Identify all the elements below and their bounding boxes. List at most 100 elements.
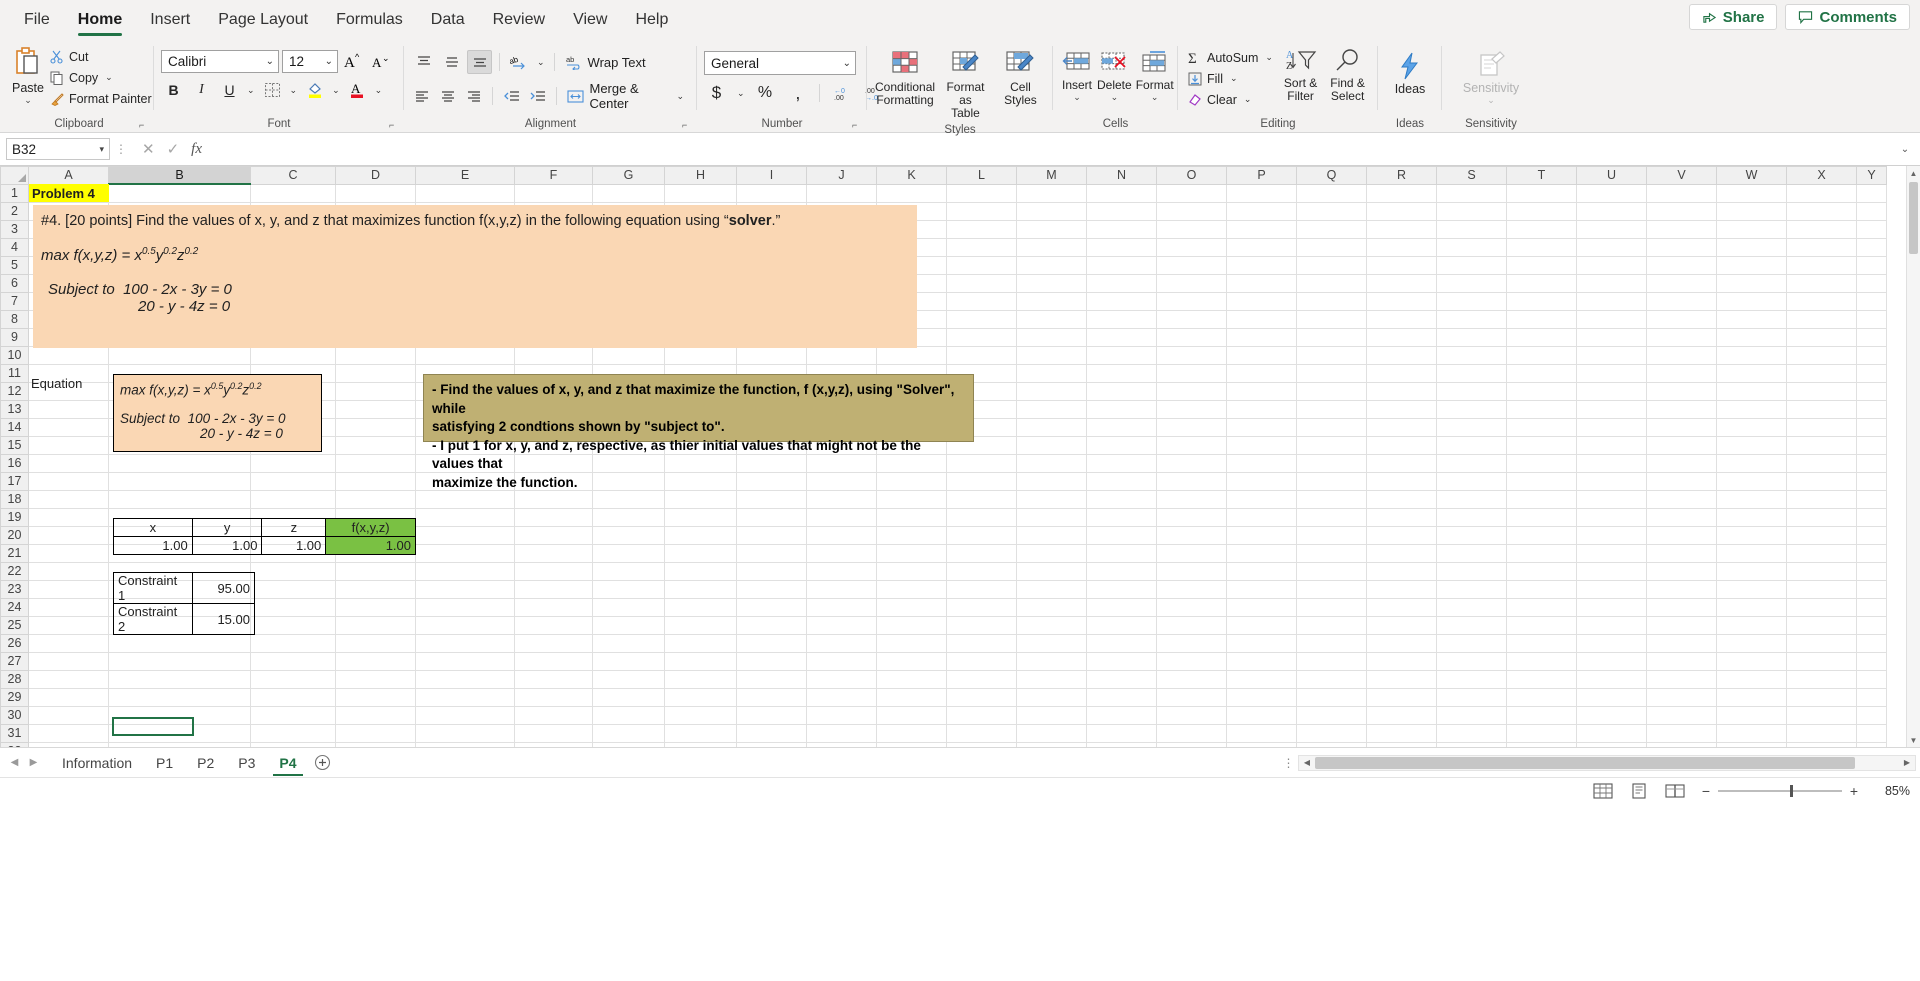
grid-cell[interactable] [1297, 292, 1367, 310]
grid-cell[interactable] [1087, 652, 1157, 670]
grid-cell[interactable] [515, 724, 593, 742]
format-as-table-button[interactable]: Format as Table [938, 48, 993, 122]
grid-cell[interactable] [1647, 688, 1717, 706]
grid-cell[interactable] [665, 706, 737, 724]
grid-cell[interactable] [1297, 670, 1367, 688]
grid-cell[interactable] [665, 184, 737, 202]
cell-a12-equation-label[interactable]: Equation [29, 374, 109, 392]
value-x[interactable]: 1.00 [114, 537, 193, 555]
grid-cell[interactable] [336, 436, 416, 454]
grid-cell[interactable] [1087, 238, 1157, 256]
grid-cell[interactable] [1017, 202, 1087, 220]
font-dialog-launcher[interactable]: ⌐ [389, 120, 400, 131]
grid-cell[interactable] [1647, 400, 1717, 418]
grid-cell[interactable] [416, 562, 515, 580]
fill-color-button[interactable] [302, 78, 327, 102]
grid-cell[interactable] [1507, 418, 1577, 436]
grid-cell[interactable] [1017, 472, 1087, 490]
grid-cell[interactable] [1717, 598, 1787, 616]
grid-cell[interactable] [1297, 508, 1367, 526]
grid-cell[interactable] [515, 544, 593, 562]
page-layout-view-button[interactable] [1628, 782, 1650, 800]
grid-cell[interactable] [1507, 634, 1577, 652]
grid-cell[interactable] [1437, 562, 1507, 580]
grid-cell[interactable] [29, 580, 109, 598]
row-header-1[interactable]: 1 [1, 184, 29, 202]
grid-cell[interactable] [665, 742, 737, 747]
font-color-chevron-down-icon[interactable]: ⌄ [373, 85, 385, 96]
scroll-up-arrow-icon[interactable]: ▲ [1907, 166, 1920, 180]
grid-cell[interactable] [1507, 400, 1577, 418]
grid-cell[interactable] [877, 544, 947, 562]
number-dialog-launcher[interactable]: ⌐ [852, 120, 863, 131]
grid-cell[interactable] [1367, 292, 1437, 310]
grid-cell[interactable] [336, 616, 416, 634]
grid-cell[interactable] [1367, 508, 1437, 526]
active-cell-b32[interactable] [112, 717, 194, 736]
next-sheet-arrow-icon[interactable]: ▶ [25, 753, 42, 773]
constraints-table[interactable]: Constraint 1 95.00 Constraint 2 15.00 [113, 572, 255, 635]
grid-cell[interactable] [1227, 220, 1297, 238]
spreadsheet-grid[interactable]: A B C D E F G H I J K L M N O P Q R S T … [0, 166, 1920, 747]
grid-cell[interactable] [515, 580, 593, 598]
grid-cell[interactable] [1577, 382, 1647, 400]
grid-cell[interactable] [1717, 436, 1787, 454]
grid-cell[interactable] [1717, 670, 1787, 688]
grid-cell[interactable] [1227, 256, 1297, 274]
grid-cell[interactable] [336, 418, 416, 436]
grid-cell[interactable] [593, 634, 665, 652]
column-header-s[interactable]: S [1437, 167, 1507, 185]
grid-cell[interactable] [807, 670, 877, 688]
grid-cell[interactable] [1647, 544, 1717, 562]
grid-cell[interactable] [1157, 526, 1227, 544]
grid-cell[interactable] [1647, 256, 1717, 274]
grid-cell[interactable] [1227, 742, 1297, 747]
comments-button[interactable]: Comments [1785, 4, 1910, 30]
grid-cell[interactable] [665, 508, 737, 526]
grid-cell[interactable] [1017, 670, 1087, 688]
grid-cell[interactable] [1297, 400, 1367, 418]
grid-cell[interactable] [1017, 418, 1087, 436]
grid-cell[interactable] [1577, 364, 1647, 382]
grid-cell[interactable] [1507, 436, 1577, 454]
grid-cell[interactable] [593, 670, 665, 688]
borders-chevron-down-icon[interactable]: ⌄ [288, 85, 300, 96]
grid-cell[interactable] [1577, 220, 1647, 238]
column-header-v[interactable]: V [1647, 167, 1717, 185]
grid-cell[interactable] [515, 562, 593, 580]
grid-cell[interactable] [1507, 670, 1577, 688]
grid-cell[interactable] [1717, 724, 1787, 742]
grid-cell[interactable] [336, 742, 416, 747]
row-header-18[interactable]: 18 [1, 490, 29, 508]
grid-cell[interactable] [877, 706, 947, 724]
grid-cell[interactable] [1297, 544, 1367, 562]
grid-cell[interactable] [947, 202, 1017, 220]
grid-cell[interactable] [1297, 274, 1367, 292]
grid-cell[interactable] [336, 400, 416, 418]
grid-cell[interactable] [1017, 382, 1087, 400]
grid-cell[interactable] [947, 724, 1017, 742]
grid-cell[interactable] [1857, 310, 1887, 328]
align-center-button[interactable] [437, 84, 460, 108]
grid-cell[interactable] [1857, 616, 1887, 634]
grid-cell[interactable] [1857, 256, 1887, 274]
grid-cell[interactable] [1297, 382, 1367, 400]
grid-cell[interactable] [1507, 706, 1577, 724]
grid-cell[interactable] [1087, 454, 1157, 472]
grid-cell[interactable] [1577, 418, 1647, 436]
column-header-l[interactable]: L [947, 167, 1017, 185]
value-z[interactable]: 1.00 [262, 537, 326, 555]
grid-cell[interactable] [1087, 742, 1157, 747]
grid-cell[interactable] [251, 670, 336, 688]
grid-cell[interactable] [1157, 238, 1227, 256]
grid-cell[interactable] [1437, 724, 1507, 742]
grid-cell[interactable] [1857, 472, 1887, 490]
grid-cell[interactable] [109, 652, 251, 670]
grid-cell[interactable] [1717, 238, 1787, 256]
grid-cell[interactable] [665, 616, 737, 634]
grid-cell[interactable] [737, 634, 807, 652]
tab-insert[interactable]: Insert [136, 0, 204, 40]
grid-cell[interactable] [807, 490, 877, 508]
grid-cell[interactable] [1577, 562, 1647, 580]
grid-cell[interactable] [1367, 220, 1437, 238]
